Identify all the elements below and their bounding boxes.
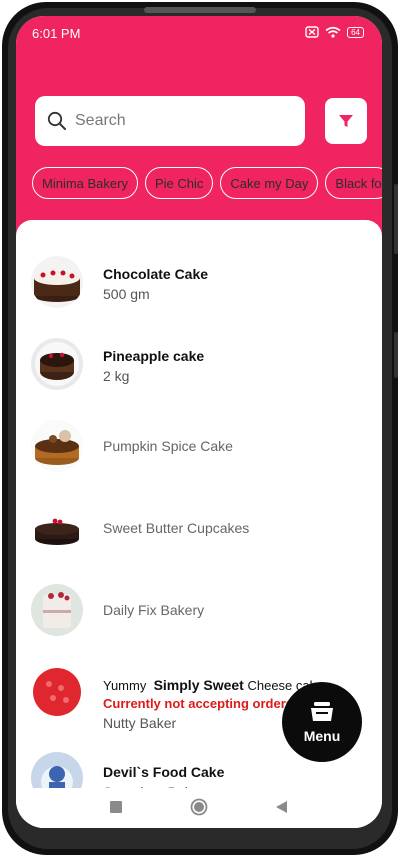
chip-cake-my-day[interactable]: Cake my Day — [220, 167, 319, 199]
filter-button[interactable] — [325, 98, 367, 144]
list-item[interactable]: Daily Fix Bakery — [16, 570, 382, 650]
menu-button-label: Menu — [303, 727, 341, 744]
product-name: Yummy Simply Sweet Cheese cake — [103, 677, 323, 693]
list-item[interactable]: Chocolate Cake 500 gm — [16, 242, 382, 322]
recents-square-icon[interactable] — [109, 800, 123, 814]
bakery-chip-row: Minima Bakery Pie Chic Cake my Day Black… — [32, 167, 382, 199]
battery-icon: 64 — [347, 26, 364, 38]
back-triangle-icon[interactable] — [274, 800, 288, 814]
sim-blocked-icon — [305, 26, 319, 38]
app-screen: 6:01 PM 64 Search Minima Bakery Pie Chic… — [16, 16, 382, 828]
filter-icon — [339, 115, 353, 127]
cake-thumbnail — [31, 584, 83, 636]
product-name: Pineapple cake — [103, 348, 205, 364]
list-item[interactable]: Sweet Butter Cupcakes — [16, 488, 382, 568]
product-name: Chocolate Cake — [103, 266, 209, 282]
product-name: Daily Fix Bakery — [103, 602, 205, 618]
wifi-icon — [325, 26, 341, 38]
system-navigation-bar — [16, 788, 382, 828]
power-button — [394, 332, 398, 378]
home-circle-icon[interactable] — [190, 798, 208, 816]
phone-speaker-slot — [144, 7, 256, 13]
product-name: Pumpkin Spice Cake — [103, 438, 233, 454]
search-icon — [47, 111, 66, 130]
search-input[interactable] — [73, 111, 277, 131]
product-name-bold: Simply Sweet — [153, 677, 244, 693]
cake-thumbnail — [31, 420, 83, 472]
cake-thumbnail — [31, 666, 83, 718]
list-item[interactable]: Pineapple cake 2 kg — [16, 324, 382, 404]
chip-black-forest[interactable]: Black fo — [325, 167, 382, 199]
cake-thumbnail — [31, 338, 83, 390]
volume-button — [394, 184, 398, 254]
status-icons: 64 — [305, 26, 364, 38]
status-time: 6:01 PM — [32, 26, 81, 41]
chip-pie-chic[interactable]: Pie Chic — [144, 167, 214, 199]
menu-button[interactable]: Menu — [282, 682, 362, 762]
chip-minima-bakery[interactable]: Minima Bakery — [32, 167, 138, 199]
list-item[interactable]: Pumpkin Spice Cake — [16, 406, 382, 486]
product-detail: 2 kg — [103, 368, 130, 384]
cart-icon — [311, 701, 333, 721]
cake-thumbnail — [31, 256, 83, 308]
search-bar[interactable] — [35, 96, 305, 146]
product-detail: 500 gm — [103, 286, 150, 302]
product-name: Sweet Butter Cupcakes — [103, 520, 250, 536]
status-bar: 6:01 PM 64 — [16, 16, 382, 52]
product-name-prefix: Yummy — [103, 678, 147, 693]
cake-thumbnail — [31, 502, 83, 554]
product-name: Devil`s Food Cake — [103, 764, 225, 780]
